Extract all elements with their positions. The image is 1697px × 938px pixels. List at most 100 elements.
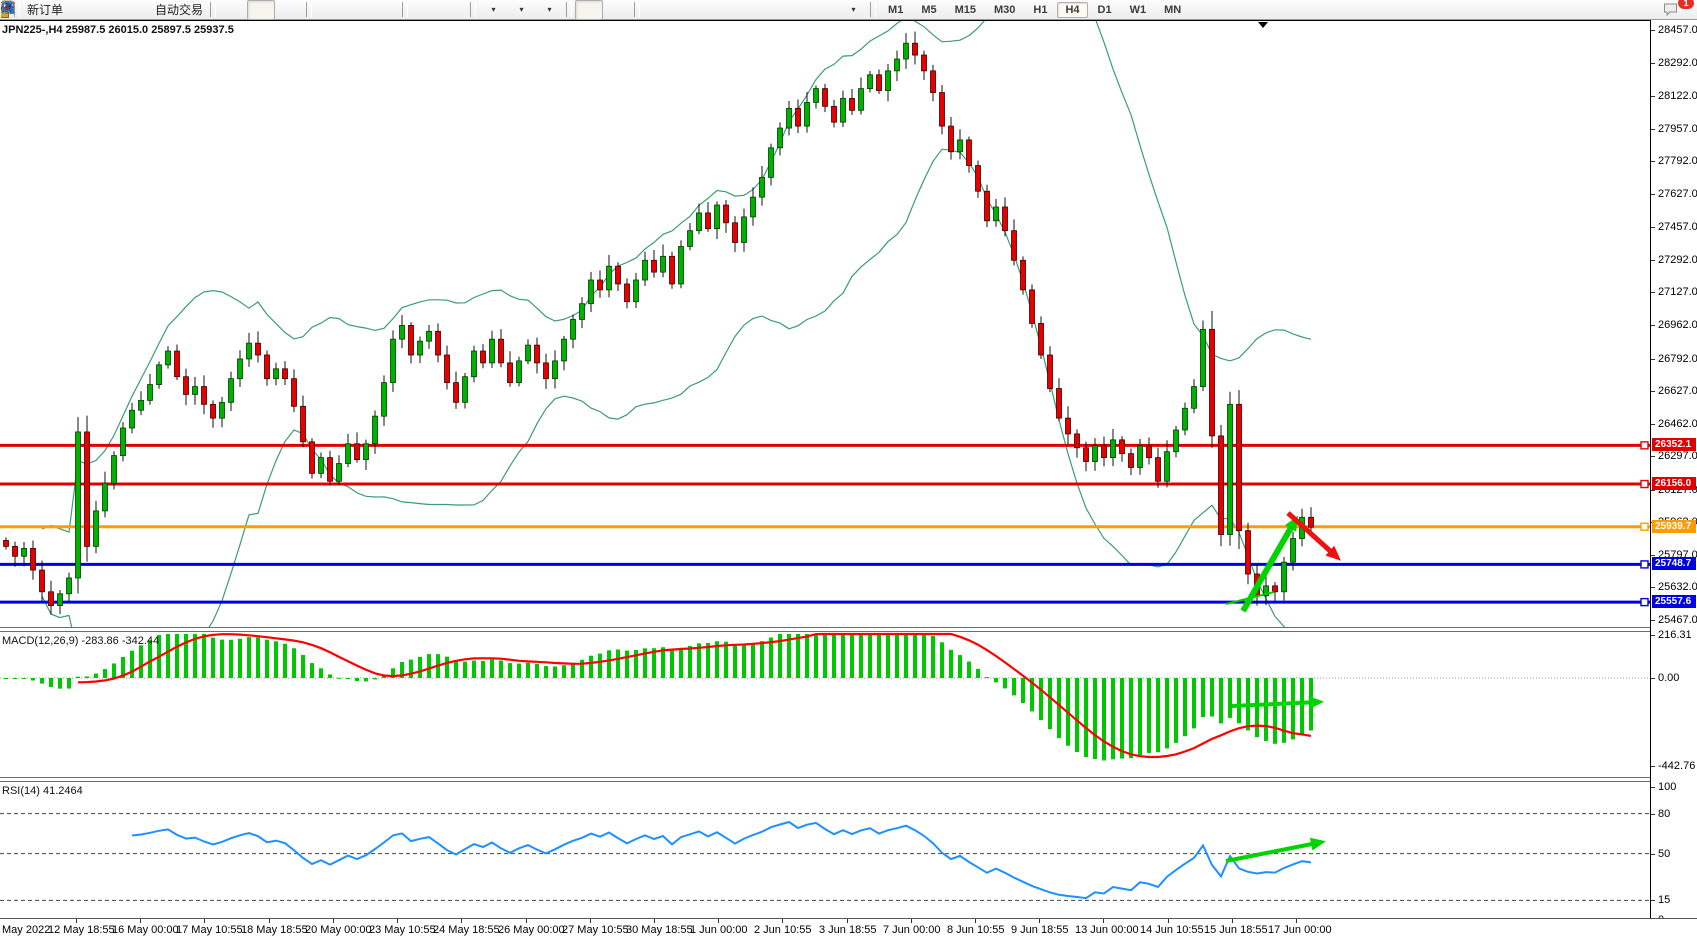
toolbar-separator [402,2,408,17]
time-axis-label: 7 Jun 00:00 [883,924,941,936]
price-axis-label: 28457.0 [1658,24,1697,36]
time-axis-label: 20 May 00:00 [305,924,372,936]
rsi-panel[interactable]: RSI(14) 41.2464 [0,782,1650,918]
auto-scroll-button[interactable] [411,0,439,20]
fibonacci-button[interactable]: F [755,0,783,20]
toolbar-separator [470,2,476,17]
price-axis-tick [1651,620,1655,621]
price-axis-tick [1651,129,1655,130]
autotrading-button[interactable]: 自动交易 [151,0,207,20]
toolbar-separator [634,2,640,17]
trading-terminal-window: 新订单 自动交易 [0,0,1697,938]
macd-axis-label: -442.76 [1658,760,1695,772]
dropdown-arrow-icon: ▾ [492,5,496,14]
price-axis-tick [1651,96,1655,97]
price-axis-label: 27127.0 [1658,286,1697,298]
community-button[interactable] [95,0,123,20]
timeframe-m30[interactable]: M30 [986,2,1023,18]
time-axis-tick [1103,919,1104,923]
horizontal-line-button[interactable] [671,0,699,20]
autotrading-label: 自动交易 [155,1,203,18]
timeframe-h1[interactable]: H1 [1025,2,1055,18]
time-axis-label: 2 Jun 10:55 [754,924,812,936]
zoom-in-button[interactable] [315,0,343,20]
price-axis-tick [1651,30,1655,31]
candle-chart-button[interactable] [247,0,275,20]
line-chart-button[interactable] [275,0,303,20]
price-axis-label: 27792.0 [1658,155,1697,167]
timeframe-m1[interactable]: M1 [880,2,911,18]
timeframe-h4[interactable]: H4 [1057,2,1087,18]
tile-windows-button[interactable] [371,0,399,20]
signals-button[interactable] [123,0,151,20]
new-order-label: 新订单 [27,1,63,18]
price-axis-tick [1651,292,1655,293]
macd-axis-tick [1651,766,1655,767]
time-axis-label: 18 May 18:55 [241,924,308,936]
dropdown-arrow-icon: ▾ [520,5,524,14]
timeframe-d1[interactable]: D1 [1090,2,1120,18]
crosshair-button[interactable] [603,0,631,20]
dropdown-arrow-icon: ▾ [852,5,856,14]
vertical-line-button[interactable] [643,0,671,20]
time-axis-tick [847,919,848,923]
indicators-button[interactable]: ▾ [479,0,507,20]
price-axis-tick [1651,325,1655,326]
price-axis-tick [1651,260,1655,261]
timeframe-w1[interactable]: W1 [1122,2,1155,18]
text-label-button[interactable]: T [811,0,839,20]
cursor-button[interactable] [575,0,603,20]
chat-button[interactable]: 1 [1661,0,1689,20]
rsi-axis-label: 80 [1658,808,1670,820]
time-axis-label: 30 May 18:55 [626,924,693,936]
macd-axis-tick [1651,678,1655,679]
timeframe-group: M1M5M15M30H1H4D1W1MN [879,2,1190,18]
time-axis-tick [590,919,591,923]
macd-label: MACD(12,26,9) -283.86 -342.44 [2,635,159,647]
bar-chart-button[interactable] [219,0,247,20]
chart-shift-button[interactable] [439,0,467,20]
macd-canvas [0,632,1650,777]
price-axis-label: 27957.0 [1658,123,1697,135]
price-axis-label: 26962.0 [1658,319,1697,331]
time-axis-label: 26 May 00:00 [498,924,565,936]
time-axis-label: 12 May 18:55 [48,924,115,936]
search-button[interactable] [1625,0,1653,20]
time-axis-label: 14 Jun 10:55 [1140,924,1204,936]
timeframe-m15[interactable]: M15 [947,2,984,18]
price-axis-tick [1651,359,1655,360]
main-chart-panel[interactable]: JPN225-,H4 25987.5 26015.0 25897.5 25937… [0,20,1650,627]
new-order-button[interactable]: 新订单 [23,0,67,20]
time-axis-label: May 2022 [2,924,50,936]
price-line-tag: 26352.1 [1652,438,1696,451]
search-icon [0,0,17,16]
time-axis-tick [975,919,976,923]
trendline-button[interactable] [699,0,727,20]
time-axis-label: 3 Jun 18:55 [819,924,877,936]
toolbar: 新订单 自动交易 [0,0,1697,20]
time-axis-tick [718,919,719,923]
toolbar-separator [870,2,876,17]
time-axis-label: 23 May 10:55 [369,924,436,936]
price-line-tag: 25557.6 [1652,595,1696,608]
market-watch-button[interactable] [67,0,95,20]
price-axis[interactable]: 28457.028292.028122.027957.027792.027627… [1650,20,1697,918]
time-axis-label: 15 Jun 18:55 [1204,924,1268,936]
arrows-button[interactable]: ▾ [839,0,867,20]
rsi-axis-label: 15 [1658,894,1670,906]
timeframe-mn[interactable]: MN [1156,2,1189,18]
price-axis-label: 28292.0 [1658,57,1697,69]
equidistant-channel-button[interactable]: E [727,0,755,20]
chat-bubble-icon [1662,1,1679,17]
time-axis[interactable]: May 202212 May 18:5516 May 00:0017 May 1… [0,918,1697,938]
timeframe-m5[interactable]: M5 [913,2,944,18]
main-chart-canvas [0,21,1650,627]
macd-panel[interactable]: MACD(12,26,9) -283.86 -342.44 [0,632,1650,777]
toolbar-separator [306,2,312,17]
periods-button[interactable]: ▾ [507,0,535,20]
price-axis-tick [1651,391,1655,392]
templates-button[interactable]: ▾ [535,0,563,20]
text-button[interactable]: A [783,0,811,20]
price-axis-tick [1651,227,1655,228]
zoom-out-button[interactable] [343,0,371,20]
